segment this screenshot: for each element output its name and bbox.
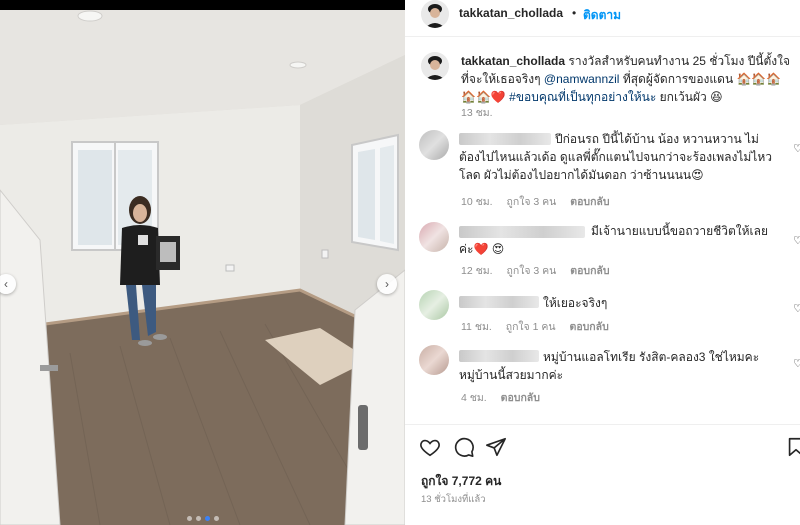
follow-button[interactable]: ติดตาม: [583, 6, 621, 25]
carousel-dot: [186, 516, 192, 521]
comment-time: 11 ชม.: [461, 321, 492, 333]
header-divider: [405, 36, 800, 37]
avatar[interactable]: [419, 345, 449, 375]
carousel-dot-active: [204, 516, 210, 521]
caption-text: takkatan_chollada รางวัลสำหรับคนทำงาน 25…: [461, 52, 791, 106]
comment-likes[interactable]: ถูกใจ 1 คน: [506, 321, 556, 333]
chevron-right-icon: ›: [385, 277, 389, 291]
comment-text: ให้เยอะจริงๆ: [543, 296, 608, 310]
caption-body: ยกเว้นผัว 😆: [659, 90, 723, 104]
comment-text: ปีก่อนรถ ปีนี้ได้บ้าน น้อง หวานหวาน ไม่ต…: [459, 132, 772, 182]
comment-text: มีเจ้านายแบบนี้ขอถวายชีวิตให้เลยค่ะ❤️ 😍: [459, 224, 769, 256]
room-photo-image: [0, 10, 405, 525]
post-side-panel: takkatan_chollada • ติดตาม takkatan_chol…: [405, 0, 800, 525]
caption-username[interactable]: takkatan_chollada: [461, 54, 565, 68]
header-username[interactable]: takkatan_chollada: [459, 6, 563, 20]
heart-icon[interactable]: ♡: [793, 142, 800, 155]
comment-meta: 4 ชม. ตอบกลับ: [461, 389, 551, 406]
comment-likes[interactable]: ถูกใจ 3 คน: [506, 265, 556, 277]
comment-likes[interactable]: ถูกใจ 3 คน: [506, 196, 556, 208]
carousel-dot: [213, 516, 219, 521]
avatar[interactable]: [419, 290, 449, 320]
caption-mention[interactable]: @namwannzil: [544, 72, 620, 86]
reply-button[interactable]: ตอบกลับ: [570, 265, 609, 277]
avatar[interactable]: [421, 52, 449, 80]
comment-time: 10 ชม.: [461, 196, 493, 208]
reply-button[interactable]: ตอบกลับ: [501, 392, 540, 404]
avatar[interactable]: [419, 130, 449, 160]
heart-icon[interactable]: ♡: [793, 302, 800, 315]
post-header: takkatan_chollada • ติดตาม: [405, 0, 800, 30]
heart-icon[interactable]: [419, 436, 441, 458]
caption-timestamp: 13 ชม.: [461, 107, 493, 119]
carousel-next-button[interactable]: ›: [377, 274, 397, 294]
likes-count[interactable]: ถูกใจ 7,772 คน: [421, 472, 501, 491]
separator-dot: •: [572, 6, 577, 20]
actions-divider: [405, 424, 800, 425]
comment-meta: 12 ชม. ถูกใจ 3 คน ตอบกลับ: [461, 262, 621, 279]
caption-hashtag[interactable]: #ขอบคุณที่เป็นทุกอย่างให้นะ: [509, 90, 656, 104]
heart-icon[interactable]: ♡: [793, 234, 800, 247]
share-icon[interactable]: [485, 436, 507, 458]
comment-time: 4 ชม.: [461, 392, 487, 404]
carousel-dot: [195, 516, 201, 521]
comment-meta: 11 ชม. ถูกใจ 1 คน ตอบกลับ: [461, 318, 620, 335]
comment-icon[interactable]: [453, 436, 475, 458]
comment-time: 12 ชม.: [461, 265, 493, 277]
post-photo[interactable]: ‹ ›: [0, 10, 405, 525]
reply-button[interactable]: ตอบกลับ: [570, 196, 609, 208]
comment-text: หมู่บ้านแอลโทเรีย รังสิต-คลอง3 ใช่ไหมคะ …: [459, 350, 760, 382]
post-timestamp: 13 ชั่วโมงที่แล้ว: [421, 494, 486, 505]
heart-icon[interactable]: ♡: [793, 357, 800, 370]
carousel-indicator: [0, 516, 405, 521]
reply-button[interactable]: ตอบกลับ: [570, 321, 609, 333]
chevron-left-icon: ‹: [4, 277, 8, 291]
avatar[interactable]: [419, 222, 449, 252]
comment-meta: 10 ชม. ถูกใจ 3 คน ตอบกลับ: [461, 193, 621, 210]
bookmark-icon[interactable]: [785, 436, 800, 458]
avatar[interactable]: [421, 0, 449, 28]
post-actions: [405, 426, 800, 466]
